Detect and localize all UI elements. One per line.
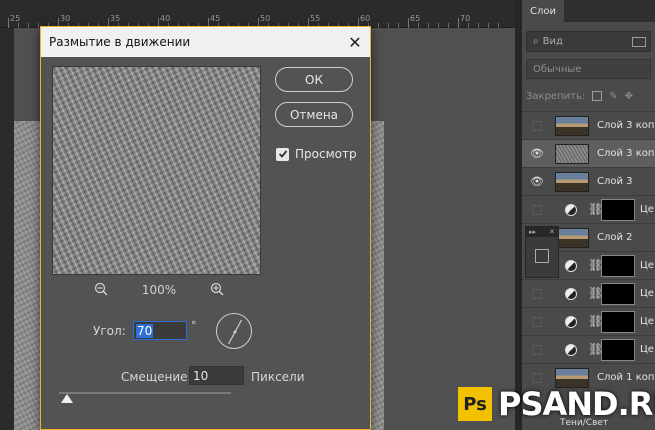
adjustment-layer-icon [565, 288, 577, 300]
zoom-level: 100% [141, 283, 177, 297]
visibility-toggle[interactable] [532, 289, 542, 299]
preview-label: Просмотр [295, 147, 357, 161]
layer-row[interactable]: ⛓ Це [522, 307, 655, 335]
ruler-label: 40 [160, 14, 171, 23]
panel-divider [515, 0, 522, 430]
layer-name: Це [640, 204, 654, 215]
adjustment-layer-icon [565, 344, 577, 356]
visibility-toggle[interactable] [532, 121, 542, 131]
angle-dial[interactable] [216, 313, 252, 349]
ok-button[interactable]: ОК [275, 67, 353, 92]
eye-icon[interactable]: 👁 [530, 176, 544, 188]
mini-close-icon[interactable]: ✕ [549, 228, 555, 236]
layer-name: Слой 3 [597, 176, 633, 187]
layer-mask-thumbnail[interactable] [601, 283, 635, 305]
ruler-label: 25 [10, 14, 21, 23]
mini-panel-header: ▸▸ ✕ [526, 227, 558, 237]
tab-layers[interactable]: Слои [522, 0, 564, 22]
visibility-toggle[interactable] [532, 373, 542, 383]
ruler-label: 45 [210, 14, 221, 23]
zoom-out-icon[interactable] [94, 282, 108, 299]
layer-row[interactable]: 👁 Слой 3 копия [522, 139, 655, 167]
layer-row[interactable]: 👁 Слой 3 [522, 167, 655, 195]
offset-unit: Пиксели [251, 370, 305, 384]
layer-mask-thumbnail[interactable] [601, 311, 635, 333]
layer-effect-label: Тени/Свет [560, 418, 609, 428]
blur-preview[interactable] [52, 66, 261, 275]
angle-value: 70 [136, 323, 154, 338]
layers-panel: Слои ⌕ Вид Обычные Закрепить: ✎ ✥ Слой 3… [522, 0, 655, 430]
adjustment-layer-icon [565, 204, 577, 216]
preview-checkbox[interactable]: Просмотр [276, 147, 357, 161]
ruler-label: 35 [110, 14, 121, 23]
lock-row: Закрепить: ✎ ✥ [526, 87, 655, 105]
angle-input[interactable]: 70 [133, 321, 187, 340]
close-icon[interactable]: ✕ [340, 27, 370, 57]
vertical-ruler [0, 28, 14, 430]
layer-name: Слой 3 копия [597, 148, 655, 159]
zoom-in-icon[interactable] [210, 282, 224, 299]
horizontal-ruler: 25 30 35 40 45 50 55 60 65 70 [0, 0, 515, 28]
search-icon: ⌕ [533, 36, 539, 47]
offset-input[interactable]: 10 [189, 366, 244, 385]
ruler-label: 70 [460, 14, 471, 23]
ruler-tick [408, 18, 409, 28]
layer-thumbnail[interactable] [555, 172, 589, 192]
ruler-label: 50 [260, 14, 271, 23]
watermark-badge: Ps [458, 387, 492, 421]
eye-icon[interactable]: 👁 [530, 148, 544, 160]
layer-row[interactable]: ⛓ Це [522, 335, 655, 363]
adjustment-layer-icon [565, 260, 577, 272]
cancel-button[interactable]: Отмена [275, 102, 353, 127]
layer-row[interactable]: ⛓ Це [522, 279, 655, 307]
checkmark-icon[interactable] [276, 147, 289, 161]
offset-label: Смещение: [121, 370, 192, 384]
layer-row[interactable]: Слой 3 копия [522, 111, 655, 139]
visibility-toggle[interactable] [532, 317, 542, 327]
layer-thumbnail[interactable] [555, 228, 589, 248]
layer-mask-thumbnail[interactable] [601, 255, 635, 277]
layer-thumbnail[interactable] [555, 144, 589, 164]
ruler-label: 65 [410, 14, 421, 23]
ruler-label: 30 [60, 14, 71, 23]
lock-brush-icon[interactable]: ✎ [609, 91, 617, 102]
layer-name: Це [640, 344, 654, 355]
layer-name: Це [640, 288, 654, 299]
ruler-label: 55 [310, 14, 321, 23]
layer-mask-thumbnail[interactable] [601, 199, 635, 221]
offset-slider-thumb[interactable] [61, 394, 73, 403]
blend-mode-select[interactable]: Обычные [526, 59, 651, 79]
ruler-tick [8, 18, 9, 28]
adjustment-layer-icon [565, 316, 577, 328]
layer-name: Це [640, 316, 654, 327]
layer-name: Слой 1 копия [597, 372, 655, 383]
lock-label: Закрепить: [526, 90, 586, 102]
ruler-label: 60 [360, 14, 371, 23]
layer-name: Це [640, 260, 654, 271]
layer-name: Слой 2 [597, 232, 633, 243]
expand-icon[interactable]: ▸▸ [529, 228, 536, 236]
visibility-toggle[interactable] [532, 205, 542, 215]
layer-mask-thumbnail[interactable] [601, 339, 635, 361]
layer-name: Слой 3 копия [597, 120, 655, 131]
zoom-controls: 100% [94, 281, 224, 299]
offset-slider-track[interactable] [59, 392, 231, 394]
layer-thumbnail[interactable] [555, 116, 589, 136]
panel-tabs: Слои [522, 0, 655, 22]
collapsed-properties-panel[interactable]: ▸▸ ✕ [525, 226, 559, 278]
layer-filter-search[interactable]: ⌕ Вид [526, 31, 651, 52]
degree-symbol: ° [191, 319, 197, 332]
layer-row[interactable]: ⛓ Це [522, 195, 655, 223]
visibility-toggle[interactable] [532, 345, 542, 355]
motion-blur-dialog: Размытие в движении ✕ ОК Отмена Просмотр… [40, 26, 371, 430]
angle-label: Угол: [93, 324, 126, 338]
lock-pixels-icon[interactable] [592, 91, 603, 101]
dialog-titlebar[interactable]: Размытие в движении ✕ [41, 27, 370, 57]
ruler-tick [458, 18, 459, 28]
lock-position-icon[interactable]: ✥ [625, 91, 633, 102]
image-filter-icon[interactable] [632, 36, 646, 47]
search-placeholder: Вид [542, 36, 563, 47]
dialog-title: Размытие в движении [49, 35, 191, 49]
properties-icon[interactable] [535, 249, 549, 263]
